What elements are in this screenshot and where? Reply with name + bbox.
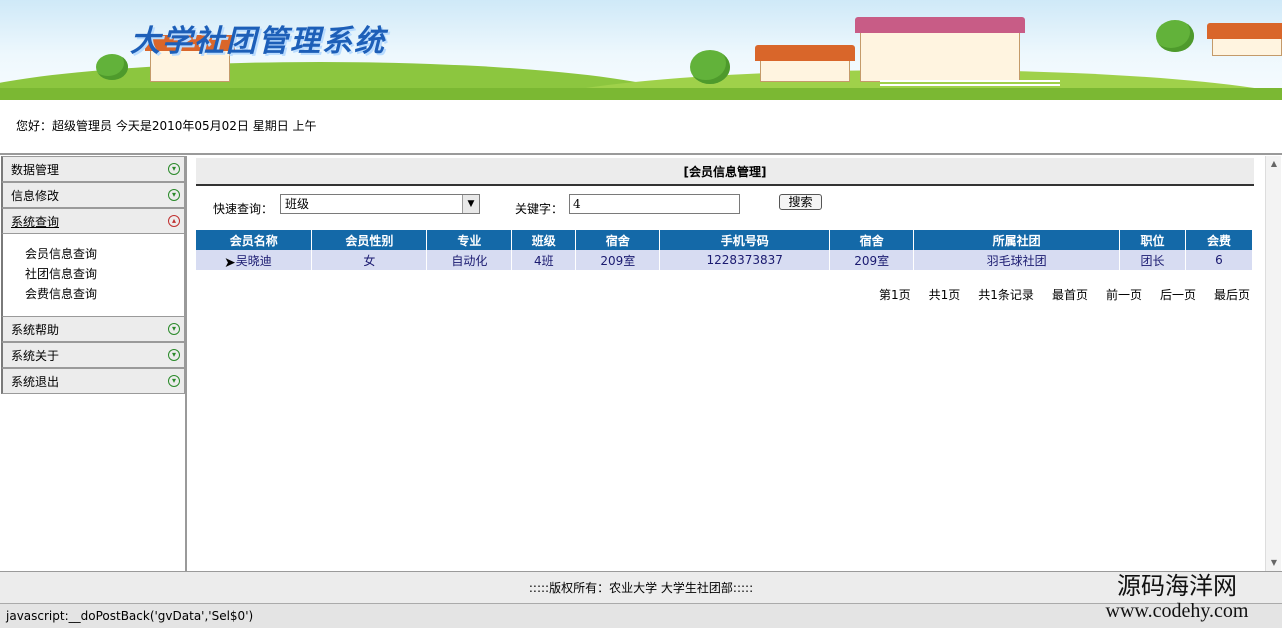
watermark-cn: 源码海洋网 xyxy=(1117,572,1237,600)
tree-illustration xyxy=(1156,20,1194,52)
watermark-en: www.codehy.com xyxy=(1105,600,1249,622)
sidebar-item-label: 数据管理 xyxy=(11,162,60,177)
table-cell: 1228373837 xyxy=(659,250,831,270)
expand-icon[interactable]: ▾ xyxy=(168,189,180,201)
column-header[interactable]: 专业 xyxy=(426,230,513,250)
quick-query-label: 快速查询： xyxy=(213,202,274,216)
house-illustration xyxy=(1207,23,1282,56)
column-header[interactable]: 班级 xyxy=(511,230,577,250)
table-cell: 209室 xyxy=(829,250,915,270)
expand-icon[interactable]: ▾ xyxy=(168,375,180,387)
submenu-link-member-query[interactable]: 会员信息查询 xyxy=(25,244,184,264)
last-page-link[interactable]: 最后页 xyxy=(1214,286,1250,303)
panel-title: [会员信息管理] xyxy=(196,158,1254,186)
table-cell: 4班 xyxy=(511,250,577,270)
expand-icon[interactable]: ▾ xyxy=(168,163,180,175)
sidebar-item-label: 信息修改 xyxy=(11,188,60,203)
column-header[interactable]: 宿舍 xyxy=(575,230,661,250)
vertical-scrollbar[interactable]: ▲ ▼ xyxy=(1265,156,1281,571)
sidebar-item-label: 系统退出 xyxy=(11,374,60,389)
member-table: 会员名称 会员性别 专业 班级 宿舍 手机号码 宿舍 所属社团 职位 会费 吴晓… xyxy=(196,230,1254,270)
pagination: 第1页 共1页 共1条记录 最首页 前一页 后一页 最后页 xyxy=(879,286,1250,303)
expand-icon[interactable]: ▾ xyxy=(168,323,180,335)
greeting-text: 您好：超级管理员 今天是2010年05月02日 星期日 上午 xyxy=(16,119,317,133)
quick-query-value: 班级 xyxy=(285,197,310,211)
column-header[interactable]: 会费 xyxy=(1185,230,1254,250)
first-page-link[interactable]: 最首页 xyxy=(1052,286,1088,303)
house-illustration xyxy=(755,45,855,82)
sidebar-item-system-about[interactable]: 系统关于 ▾ xyxy=(1,342,185,368)
tree-illustration xyxy=(690,50,730,84)
sidebar-item-label: 系统关于 xyxy=(11,348,60,363)
table-cell: 羽毛球社团 xyxy=(913,250,1121,270)
submenu-system-query: 会员信息查询 社团信息查询 会费信息查询 xyxy=(1,234,185,316)
sidebar-item-label: 系统查询 xyxy=(11,214,60,229)
column-header[interactable]: 职位 xyxy=(1119,230,1186,250)
app-title: 大学社团管理系统 xyxy=(130,24,386,59)
chevron-down-icon[interactable]: ▼ xyxy=(462,195,479,213)
mouse-cursor-icon: ➤ xyxy=(224,255,236,271)
column-header[interactable]: 手机号码 xyxy=(659,230,831,250)
submenu-link-club-query[interactable]: 社团信息查询 xyxy=(25,264,184,284)
sidebar-item-label: 系统帮助 xyxy=(11,322,60,337)
sidebar-item-info-edit[interactable]: 信息修改 ▾ xyxy=(1,182,185,208)
table-cell: 6 xyxy=(1185,250,1254,270)
table-header-row: 会员名称 会员性别 专业 班级 宿舍 手机号码 宿舍 所属社团 职位 会费 xyxy=(196,230,1254,250)
prev-page-link[interactable]: 前一页 xyxy=(1106,286,1142,303)
next-page-link[interactable]: 后一页 xyxy=(1160,286,1196,303)
keyword-input[interactable]: 4 xyxy=(569,194,740,214)
scroll-down-icon[interactable]: ▼ xyxy=(1266,555,1282,571)
total-records: 共1条记录 xyxy=(978,288,1034,302)
table-row[interactable]: 吴晓迪 女 自动化 4班 209室 1228373837 209室 羽毛球社团 … xyxy=(196,250,1254,270)
quick-query-select[interactable]: 班级 ▼ xyxy=(280,194,480,214)
column-header[interactable]: 会员名称 xyxy=(196,230,313,250)
sidebar: 数据管理 ▾ 信息修改 ▾ 系统查询 ▴ 会员信息查询 社团信息查询 会费信息查… xyxy=(1,156,185,571)
table-cell-name[interactable]: 吴晓迪 xyxy=(196,250,313,270)
search-button[interactable]: 搜索 xyxy=(779,194,822,210)
total-pages: 共1页 xyxy=(928,288,961,302)
table-cell: 自动化 xyxy=(426,250,513,270)
current-page: 第1页 xyxy=(879,288,911,302)
tree-illustration xyxy=(96,54,128,80)
scroll-up-icon[interactable]: ▲ xyxy=(1266,156,1282,172)
castle-illustration xyxy=(855,17,1025,82)
sidebar-item-system-query[interactable]: 系统查询 ▴ xyxy=(1,208,185,234)
column-header[interactable]: 所属社团 xyxy=(913,230,1121,250)
sidebar-item-data-management[interactable]: 数据管理 ▾ xyxy=(1,156,185,182)
submenu-link-fee-query[interactable]: 会费信息查询 xyxy=(25,284,184,304)
column-header[interactable]: 会员性别 xyxy=(311,230,428,250)
header-banner: 大学社团管理系统 xyxy=(0,0,1282,100)
keyword-label: 关键字： xyxy=(515,202,564,216)
collapse-icon[interactable]: ▴ xyxy=(168,215,180,227)
table-cell: 团长 xyxy=(1119,250,1186,270)
sidebar-item-system-exit[interactable]: 系统退出 ▾ xyxy=(1,368,185,394)
watermark: 源码海洋网 www.codehy.com xyxy=(1072,572,1282,622)
table-cell: 209室 xyxy=(575,250,661,270)
main-content: [会员信息管理] 快速查询： 班级 ▼ 关键字： 4 搜索 会员名称 会员性别 … xyxy=(196,158,1254,302)
column-header[interactable]: 宿舍 xyxy=(829,230,915,250)
expand-icon[interactable]: ▾ xyxy=(168,349,180,361)
sidebar-item-system-help[interactable]: 系统帮助 ▾ xyxy=(1,316,185,342)
table-cell: 女 xyxy=(311,250,428,270)
